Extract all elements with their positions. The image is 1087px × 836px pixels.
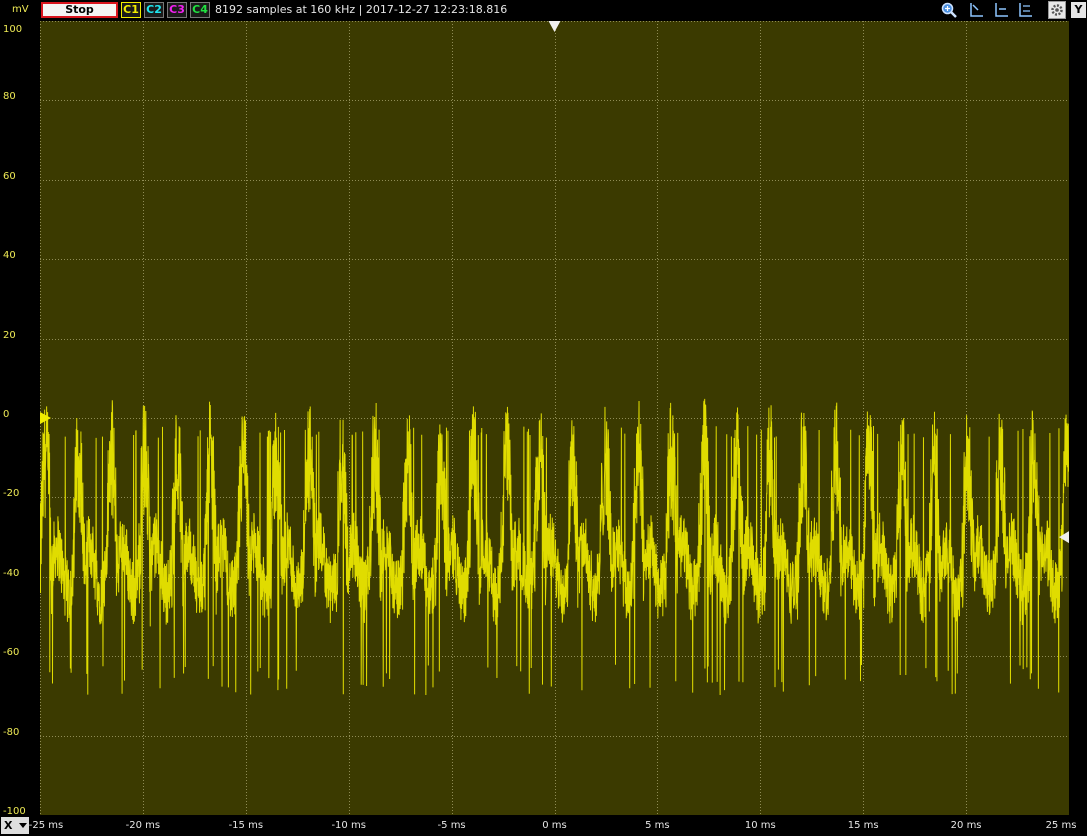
stop-button[interactable]: Stop: [41, 2, 118, 18]
x-tick-label: 15 ms: [847, 820, 879, 831]
y-unit-label: mV: [12, 4, 29, 15]
cursor-b-icon[interactable]: [992, 1, 1010, 19]
x-axis-button[interactable]: X: [1, 817, 29, 834]
waveform-plot: [40, 21, 1069, 815]
trigger-level-marker[interactable]: [40, 412, 51, 424]
plot-area[interactable]: [40, 21, 1069, 815]
x-tick-label: -20 ms: [125, 820, 161, 831]
y-tick-label: 40: [3, 250, 16, 262]
x-tick-label: 0 ms: [542, 820, 567, 831]
y-tick-label: -60: [3, 647, 20, 659]
cursor-a-icon[interactable]: [967, 1, 985, 19]
x-axis: X -25 ms -20 ms -15 ms -10 ms -5 ms 0 ms 5 ms 1…: [0, 815, 1087, 836]
grid: [40, 21, 1069, 815]
y-axis: 100 80 60 40 20 0 -20 -40 -60 -80 -100: [0, 21, 40, 817]
x-tick-label: 20 ms: [950, 820, 982, 831]
channel-4-button[interactable]: C4: [190, 2, 210, 18]
trigger-time-marker[interactable]: [548, 21, 561, 32]
y-tick-label: -20: [3, 488, 20, 500]
x-tick-label: -5 ms: [437, 820, 466, 831]
channel-1-button[interactable]: C1: [121, 2, 141, 18]
y-tick-label: -40: [3, 567, 20, 579]
toolbar: Stop C1 C2 C3 C4 8192 samples at 160 kHz…: [0, 0, 1087, 21]
y-tick-label: 60: [3, 170, 16, 182]
y-axis-button[interactable]: Y: [1071, 2, 1086, 18]
channel-2-button[interactable]: C2: [144, 2, 164, 18]
y-tick-label: 100: [3, 24, 23, 35]
zoom-icon[interactable]: [940, 1, 958, 19]
x-tick-label: 5 ms: [645, 820, 670, 831]
x-tick-label: -25 ms: [28, 820, 64, 831]
x-axis-button-label: X: [4, 819, 13, 832]
x-tick-label: 25 ms: [1045, 820, 1077, 831]
x-tick-label: 10 ms: [744, 820, 776, 831]
y-tick-label: 20: [3, 329, 16, 341]
x-tick-label: -15 ms: [228, 820, 264, 831]
cursor-c-icon[interactable]: [1016, 1, 1034, 19]
settings-icon[interactable]: [1048, 1, 1066, 19]
channel-offset-marker[interactable]: [1059, 531, 1069, 544]
acquisition-info: 8192 samples at 160 kHz | 2017-12-27 12:…: [215, 3, 508, 16]
y-tick-label: -80: [3, 726, 20, 738]
y-tick-label: 0: [3, 409, 10, 420]
right-margin: [1069, 21, 1087, 815]
channel-3-button[interactable]: C3: [167, 2, 187, 18]
chevron-down-icon: [19, 823, 27, 828]
x-tick-label: -10 ms: [331, 820, 366, 831]
channel-1-trace: [40, 398, 1069, 696]
y-tick-label: 80: [3, 91, 16, 103]
